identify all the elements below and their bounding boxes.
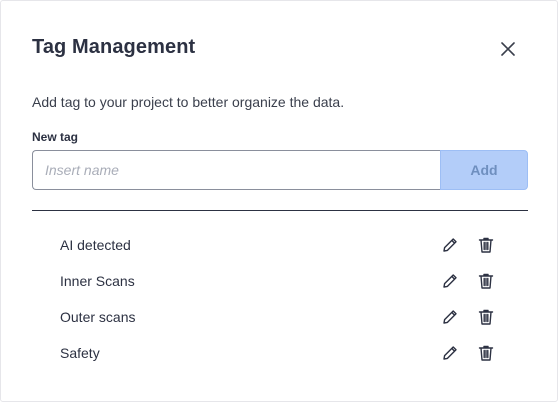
- divider: [32, 210, 528, 211]
- tag-name: Safety: [60, 345, 100, 361]
- close-icon: [501, 42, 515, 56]
- trash-icon: [478, 237, 494, 253]
- pencil-icon: [443, 310, 457, 324]
- delete-tag-button[interactable]: [476, 343, 496, 363]
- trash-icon: [478, 309, 494, 325]
- edit-tag-button[interactable]: [440, 343, 460, 363]
- delete-tag-button[interactable]: [476, 235, 496, 255]
- tag-actions: [440, 335, 496, 371]
- tag-list: AI detected Inner Scans Outer scans Safe…: [32, 227, 528, 371]
- tag-actions: [440, 263, 496, 299]
- pencil-icon: [443, 238, 457, 252]
- trash-icon: [478, 273, 494, 289]
- tag-name: Inner Scans: [60, 273, 135, 289]
- new-tag-input-group: Add: [32, 150, 528, 190]
- dialog-description: Add tag to your project to better organi…: [32, 94, 345, 110]
- edit-tag-button[interactable]: [440, 271, 460, 291]
- pencil-icon: [443, 274, 457, 288]
- tag-actions: [440, 227, 496, 263]
- new-tag-label: New tag: [32, 130, 79, 144]
- add-tag-button[interactable]: Add: [440, 150, 528, 190]
- tag-name-input[interactable]: [32, 150, 440, 190]
- close-button[interactable]: [497, 38, 519, 60]
- tag-management-dialog: Tag Management Add tag to your project t…: [0, 0, 558, 402]
- delete-tag-button[interactable]: [476, 307, 496, 327]
- tag-row: Outer scans: [32, 299, 528, 335]
- tag-row: AI detected: [32, 227, 528, 263]
- edit-tag-button[interactable]: [440, 307, 460, 327]
- edit-tag-button[interactable]: [440, 235, 460, 255]
- tag-name: AI detected: [60, 237, 131, 253]
- tag-row: Inner Scans: [32, 263, 528, 299]
- tag-row: Safety: [32, 335, 528, 371]
- dialog-title: Tag Management: [32, 36, 196, 58]
- pencil-icon: [443, 346, 457, 360]
- tag-name: Outer scans: [60, 309, 136, 325]
- trash-icon: [478, 345, 494, 361]
- tag-actions: [440, 299, 496, 335]
- delete-tag-button[interactable]: [476, 271, 496, 291]
